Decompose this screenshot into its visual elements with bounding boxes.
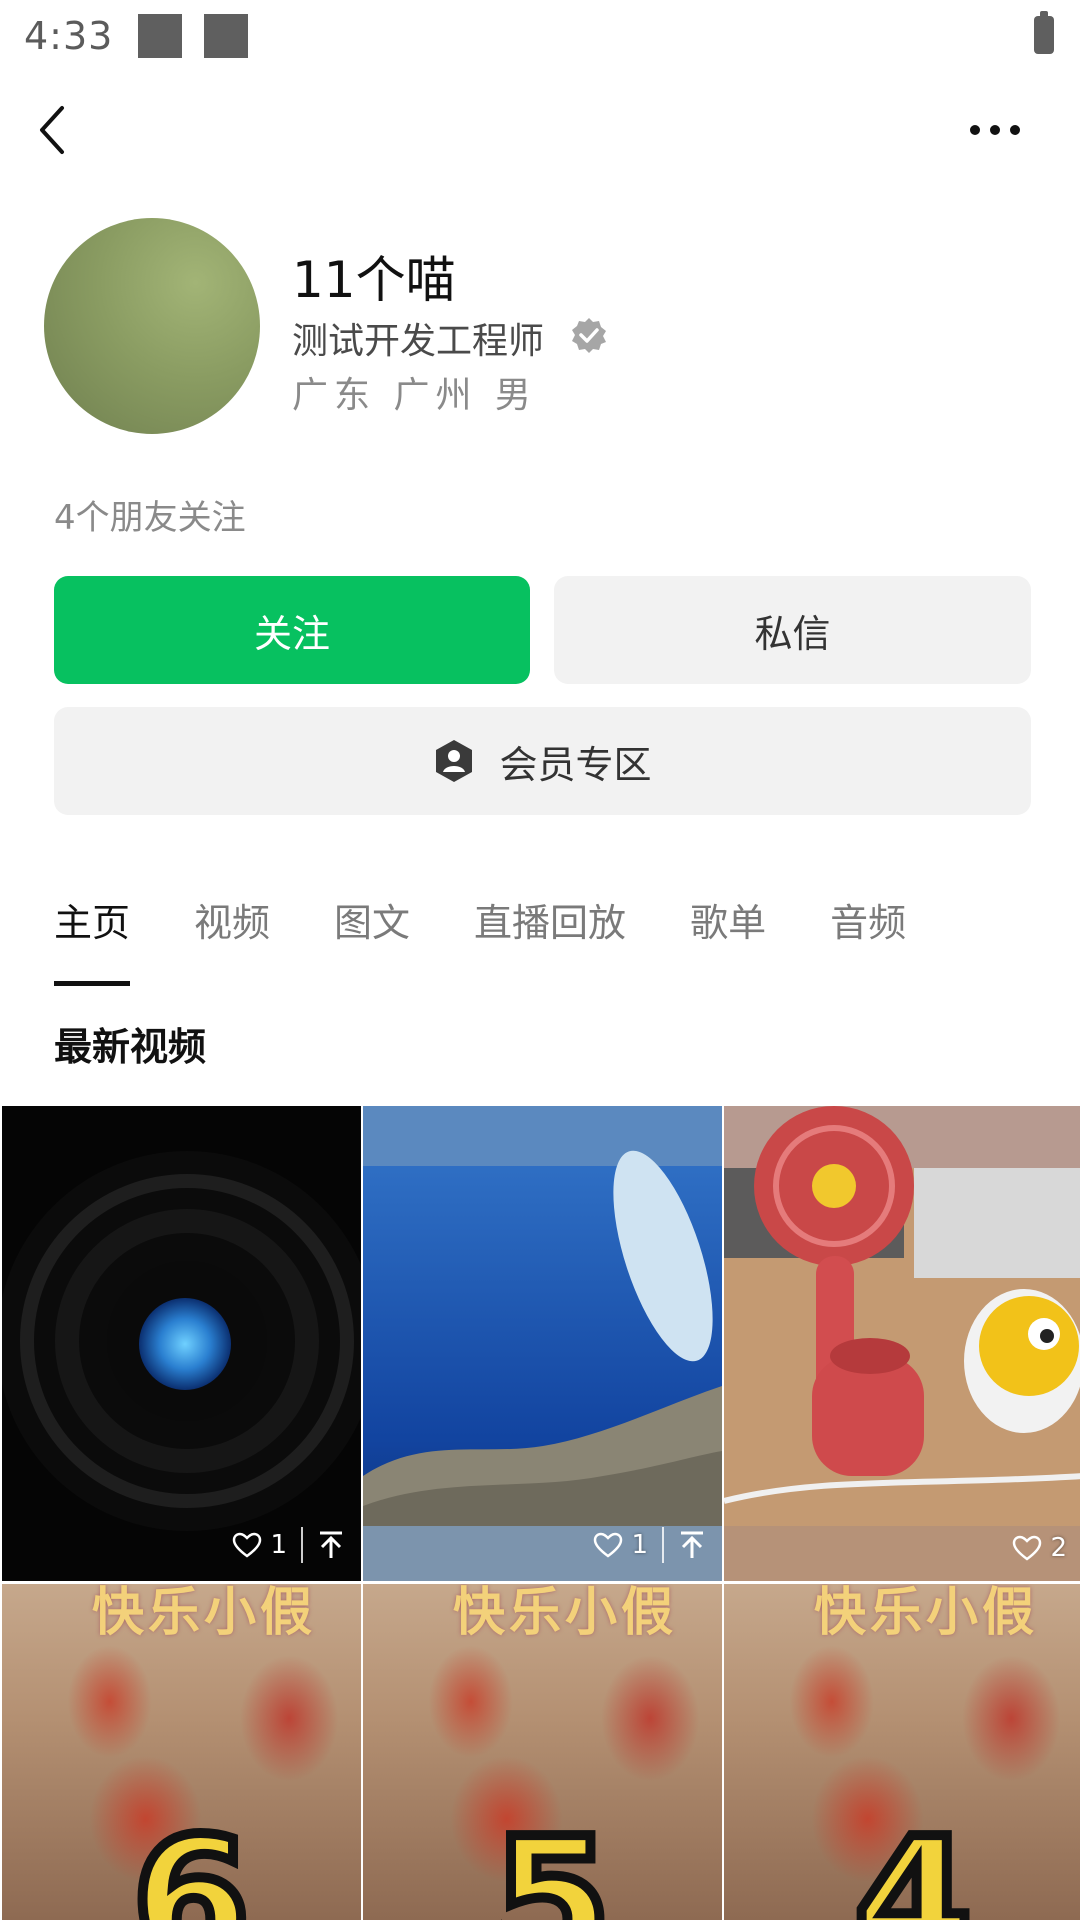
video-thumbnail[interactable]: 2 xyxy=(724,1106,1080,1581)
desk-fan-image xyxy=(724,1106,1080,1581)
back-button[interactable] xyxy=(34,100,78,160)
tab-audio[interactable]: 音频 xyxy=(830,892,906,962)
notification-icon xyxy=(204,14,248,58)
profile-tabs: 主页 视频 图文 直播回放 歌单 音频 xyxy=(54,892,970,986)
message-button[interactable]: 私信 xyxy=(554,576,1031,684)
thumbnail-banner-text: 快乐小假 xyxy=(814,1584,1039,1643)
video-thumbnail[interactable]: 快乐小假 5 xyxy=(363,1584,722,1920)
more-dots-icon xyxy=(970,125,1020,135)
verified-badge-icon xyxy=(570,316,608,354)
heart-icon xyxy=(594,1532,623,1558)
like-count: 1 xyxy=(270,1530,287,1560)
heart-icon xyxy=(1013,1535,1042,1561)
profile-location: 广东 广州 男 xyxy=(292,375,537,416)
follow-button[interactable]: 关注 xyxy=(54,576,530,684)
member-zone-button[interactable]: 会员专区 xyxy=(54,707,1031,815)
tab-home[interactable]: 主页 xyxy=(54,892,131,986)
thumbnail-number: 4 xyxy=(849,1797,977,1920)
thumbnail-number: 5 xyxy=(488,1797,616,1920)
camera-lens-image xyxy=(2,1151,361,1531)
status-bar: 4:33 xyxy=(0,0,1080,75)
more-button[interactable] xyxy=(965,110,1025,150)
battery-icon xyxy=(1034,11,1054,54)
thumbnail-banner-text: 快乐小假 xyxy=(453,1584,678,1643)
like-count: 1 xyxy=(631,1530,648,1560)
profile-title: 测试开发工程师 xyxy=(292,321,545,362)
thumbnail-number: 6 xyxy=(127,1797,255,1920)
video-stats: 1 xyxy=(593,1527,706,1563)
video-thumbnail[interactable]: 快乐小假 4 xyxy=(724,1584,1080,1920)
tab-playlists[interactable]: 歌单 xyxy=(690,892,766,962)
status-time: 4:33 xyxy=(24,14,114,58)
thumbnail-banner-text: 快乐小假 xyxy=(92,1584,317,1643)
video-stats: 1 xyxy=(232,1527,345,1563)
aquarium-image xyxy=(363,1106,722,1581)
notification-icon xyxy=(138,14,182,58)
back-arrow-icon xyxy=(40,106,64,154)
tab-posts[interactable]: 图文 xyxy=(334,892,410,962)
tab-live-replay[interactable]: 直播回放 xyxy=(474,892,626,962)
like-count: 2 xyxy=(1050,1533,1067,1563)
heart-icon xyxy=(233,1532,262,1558)
video-stats: 2 xyxy=(1012,1533,1067,1563)
pin-top-icon xyxy=(320,1531,342,1558)
member-shield-icon xyxy=(436,740,473,782)
profile-name: 11个喵 xyxy=(292,251,456,309)
avatar[interactable] xyxy=(44,218,260,434)
member-zone-label: 会员专区 xyxy=(499,742,652,787)
friends-follow-count[interactable]: 4个朋友关注 xyxy=(54,490,246,539)
video-thumbnail[interactable]: 1 xyxy=(363,1106,722,1581)
video-thumbnail[interactable]: 快乐小假 6 xyxy=(2,1584,361,1920)
video-thumbnail[interactable]: 1 xyxy=(2,1106,361,1581)
tab-videos[interactable]: 视频 xyxy=(194,892,270,962)
section-title: 最新视频 xyxy=(54,1025,207,1069)
pin-top-icon xyxy=(681,1531,703,1558)
